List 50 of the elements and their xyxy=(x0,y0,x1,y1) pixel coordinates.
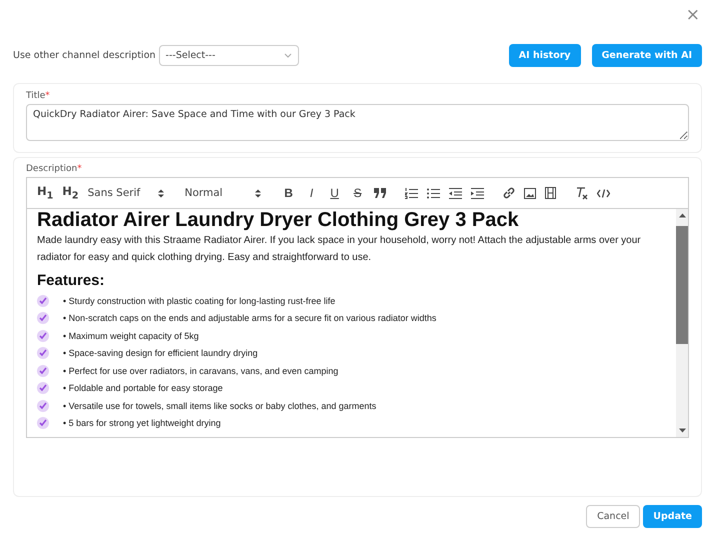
quote-icon[interactable] xyxy=(374,188,386,198)
check-icon xyxy=(37,364,49,377)
updown-icon xyxy=(158,188,164,198)
code-icon[interactable] xyxy=(596,188,610,198)
bullet-list-icon[interactable] xyxy=(426,188,440,198)
check-icon xyxy=(37,347,49,360)
title-label: Title* xyxy=(26,91,51,101)
size-picker[interactable]: Normal xyxy=(184,187,273,199)
feature-item: • Maximum weight capacity of 5kg xyxy=(63,330,199,341)
check-icon xyxy=(37,312,49,324)
check-icon xyxy=(37,400,49,412)
link-icon[interactable] xyxy=(502,187,515,199)
content-heading: Radiator Airer Laundry Dryer Clothing Grey 3 Pack xyxy=(37,209,520,231)
channel-label: Use other channel description xyxy=(13,50,156,60)
video-icon[interactable] xyxy=(544,187,556,199)
check-icon xyxy=(37,294,49,307)
format-button[interactable]: B xyxy=(282,186,296,200)
clear-format-icon[interactable] xyxy=(574,186,588,200)
feature-item: • Versatile use for towels, small items like socks or baby clothes, and garments xyxy=(63,400,376,411)
feature-item: • 5 bars for strong yet lightweight drying xyxy=(63,418,221,428)
scroll-up-icon[interactable] xyxy=(678,213,686,218)
ordered-list-icon[interactable] xyxy=(404,188,418,198)
close-button[interactable]: × xyxy=(686,6,700,26)
check-icon xyxy=(37,330,49,342)
indent-icon[interactable] xyxy=(470,188,484,198)
heading-button[interactable]: H$_{1}$ xyxy=(37,184,54,202)
format-button[interactable]: S xyxy=(350,186,365,200)
feature-item: • Sturdy construction with plastic coating for long-lasting rust-free life xyxy=(63,296,336,306)
outdent-icon[interactable] xyxy=(448,188,462,198)
title-field[interactable]: QuickDry Radiator Airer: Save Space and Time with our Grey 3 Pack xyxy=(26,104,689,141)
chevron-icon xyxy=(284,52,292,58)
features-heading: Features: xyxy=(37,271,106,291)
feature-item: • Perfect for use over radiators, in caravans, vans, and even camping xyxy=(63,366,338,376)
intro-paragraph: Made laundry easy with this Straame Radiator Airer. If you lack space in your household, worry not! Attach the adjustable arms over your radiator for easy and quick clothing drying. Easy and straightforward to use. xyxy=(37,234,642,265)
check-icon xyxy=(37,382,49,394)
scrollbar[interactable] xyxy=(676,209,688,437)
format-button[interactable]: U xyxy=(328,186,342,200)
image-icon[interactable] xyxy=(524,188,536,198)
feature-item: • Foldable and portable for easy storage xyxy=(63,383,223,394)
updown-icon xyxy=(254,188,261,198)
description-label: Description* xyxy=(26,164,83,174)
cancel-button[interactable]: Cancel xyxy=(586,505,640,528)
format-button[interactable]: I xyxy=(304,186,319,200)
feature-item: • Space-saving design for efficient laundry drying xyxy=(63,348,258,358)
check-icon xyxy=(37,417,49,430)
feature-item: • Non-scratch caps on the ends and adjustable arms for a secure fit on various radiator widths xyxy=(63,313,436,324)
channel-select[interactable]: ---Select--- xyxy=(158,44,299,66)
scroll-down-icon[interactable] xyxy=(678,428,686,433)
font-picker[interactable]: Sans Serif xyxy=(88,187,176,199)
heading-button[interactable]: H$_{2}$ xyxy=(62,184,79,202)
